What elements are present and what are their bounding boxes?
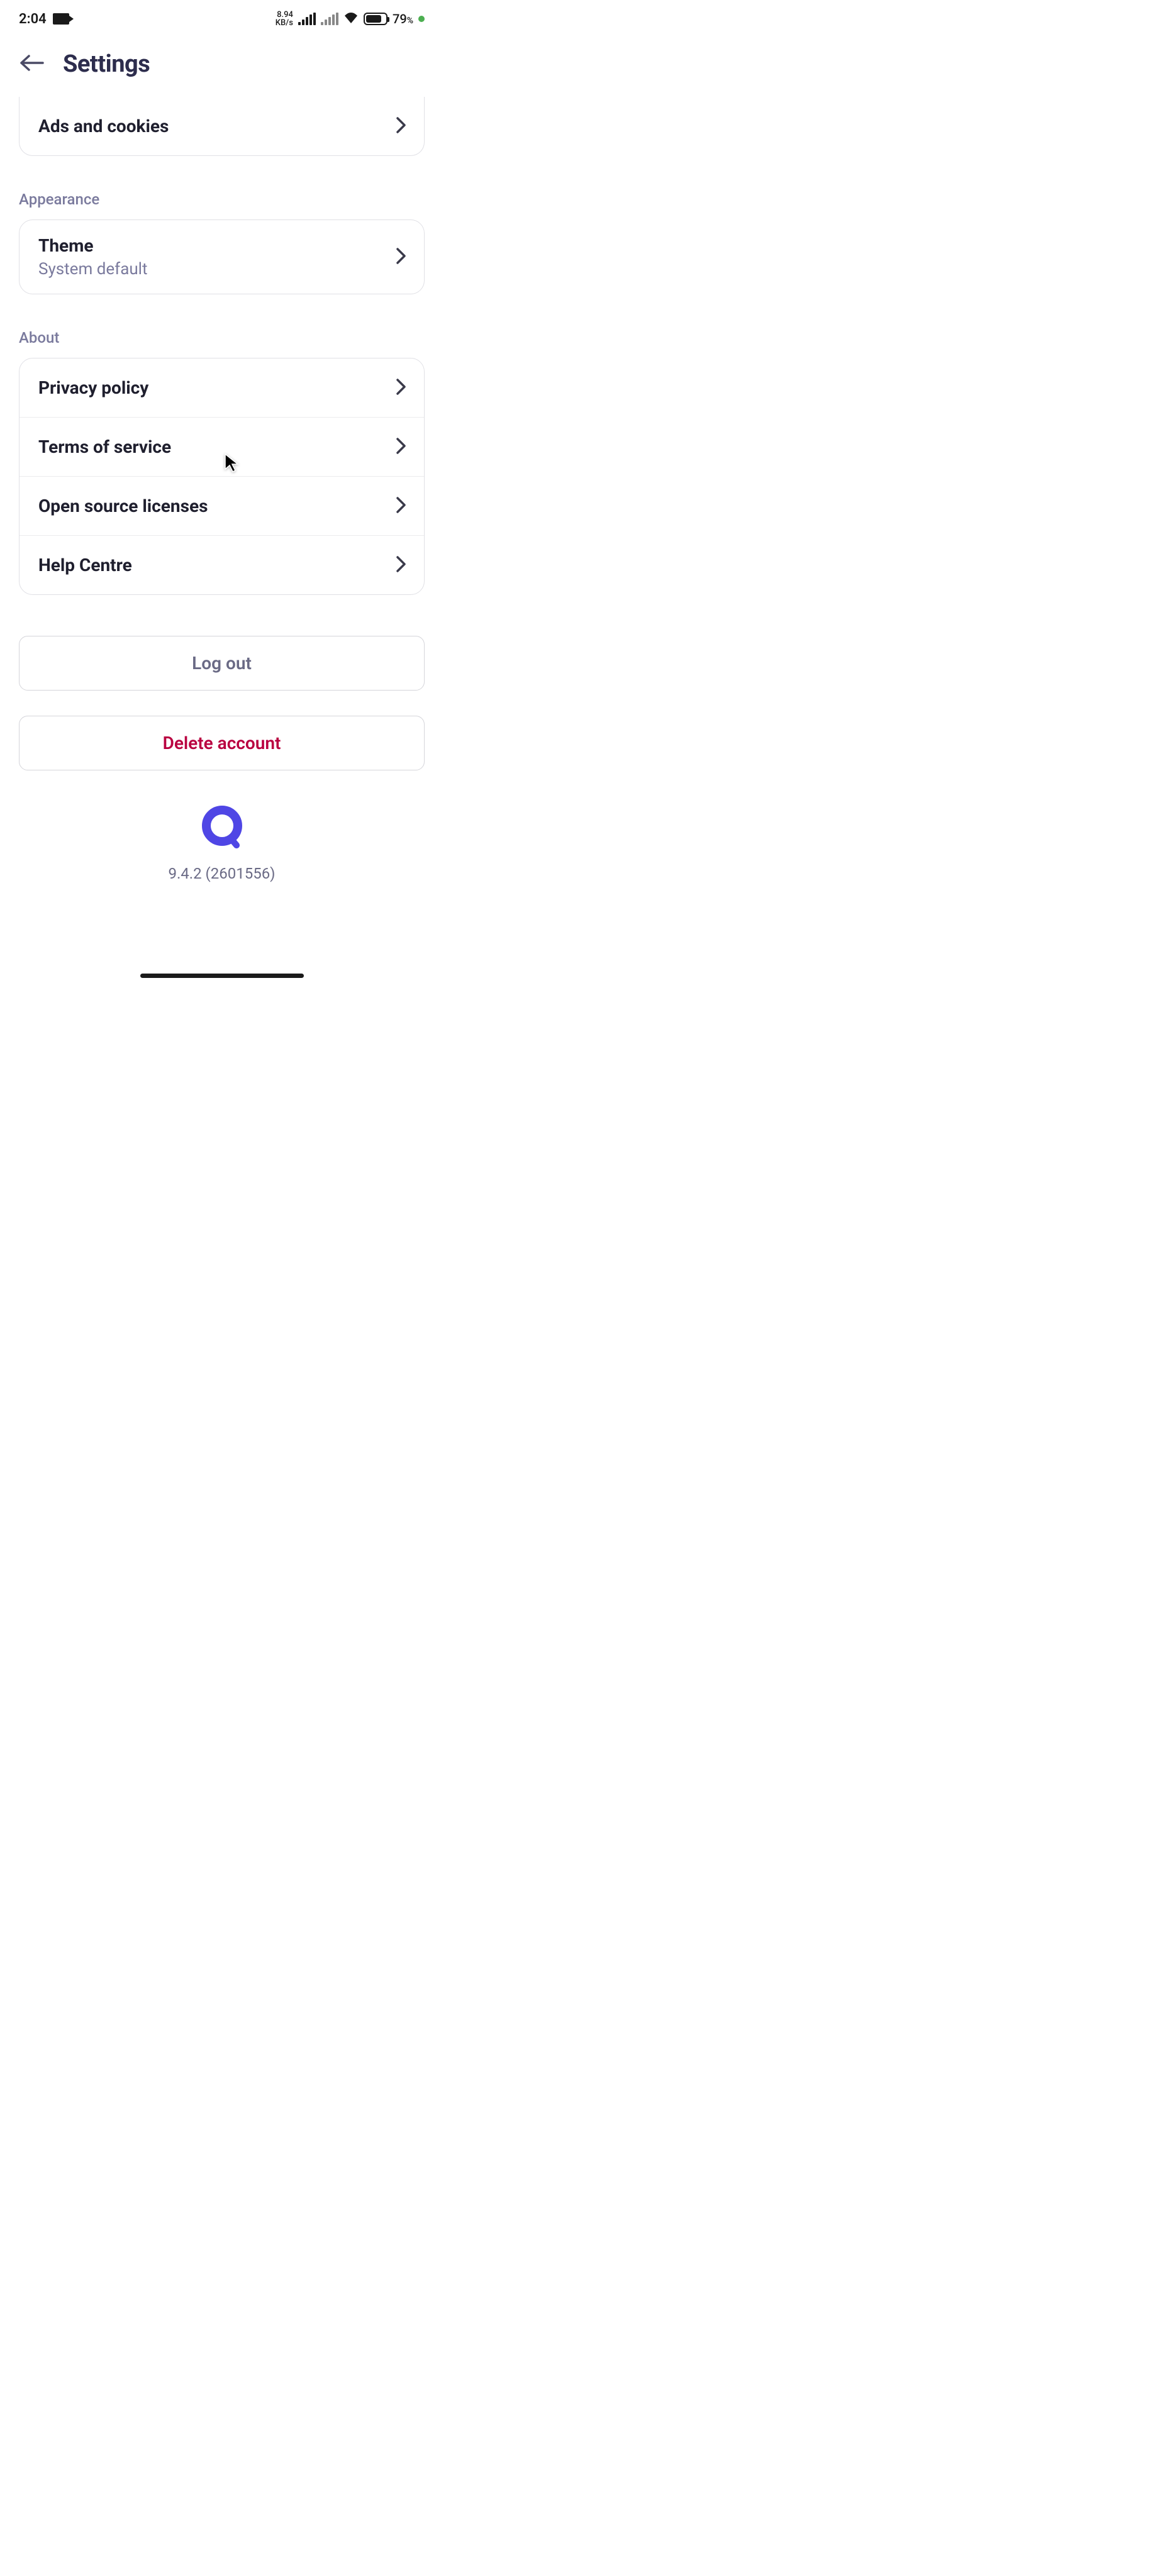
theme-item[interactable]: Theme System default <box>20 220 424 294</box>
about-card: Privacy policy Terms of service Open sou… <box>19 358 425 595</box>
nav-bar-indicator[interactable] <box>140 974 304 978</box>
terms-of-service-item[interactable]: Terms of service <box>20 417 424 476</box>
signal-icon-1 <box>298 13 316 25</box>
ads-cookies-item[interactable]: Ads and cookies <box>20 97 424 155</box>
chevron-right-icon <box>396 248 406 267</box>
ads-cookies-card: Ads and cookies <box>19 97 425 156</box>
appearance-section-header: Appearance <box>0 156 443 219</box>
delete-account-button[interactable]: Delete account <box>19 716 425 770</box>
privacy-policy-label: Privacy policy <box>38 377 148 398</box>
app-logo-icon <box>200 805 244 849</box>
status-time: 2:04 <box>19 11 47 27</box>
wifi-icon <box>343 11 359 27</box>
signal-icon-2 <box>321 13 338 25</box>
network-speed: 8.94 KB/s <box>276 11 293 27</box>
footer: 9.4.2 (2601556) <box>0 805 443 882</box>
open-source-licenses-item[interactable]: Open source licenses <box>20 476 424 535</box>
theme-label: Theme <box>38 235 148 256</box>
chevron-right-icon <box>396 379 406 397</box>
privacy-indicator-icon <box>418 16 425 22</box>
page-header: Settings <box>0 38 443 97</box>
appearance-card: Theme System default <box>19 219 425 294</box>
status-right: 8.94 KB/s <box>276 11 425 27</box>
phone-screen: 2:04 8.94 KB/s <box>0 0 443 985</box>
chevron-right-icon <box>396 117 406 136</box>
help-centre-item[interactable]: Help Centre <box>20 535 424 594</box>
status-bar: 2:04 8.94 KB/s <box>0 0 443 38</box>
chevron-right-icon <box>396 556 406 575</box>
help-label: Help Centre <box>38 555 132 575</box>
battery-icon <box>364 13 388 25</box>
theme-value: System default <box>38 260 148 279</box>
privacy-policy-item[interactable]: Privacy policy <box>20 358 424 417</box>
about-section-header: About <box>0 294 443 358</box>
back-button[interactable] <box>19 53 44 75</box>
empty-area <box>443 0 1160 2576</box>
licenses-label: Open source licenses <box>38 496 208 516</box>
chevron-right-icon <box>396 438 406 457</box>
ads-cookies-label: Ads and cookies <box>38 116 169 136</box>
version-text: 9.4.2 (2601556) <box>168 865 275 882</box>
chevron-right-icon <box>396 497 406 516</box>
battery-percent: 79% <box>393 11 413 26</box>
page-title: Settings <box>63 50 150 78</box>
logout-button[interactable]: Log out <box>19 636 425 691</box>
terms-label: Terms of service <box>38 436 171 457</box>
camera-icon <box>53 13 69 25</box>
status-left: 2:04 <box>19 11 69 27</box>
